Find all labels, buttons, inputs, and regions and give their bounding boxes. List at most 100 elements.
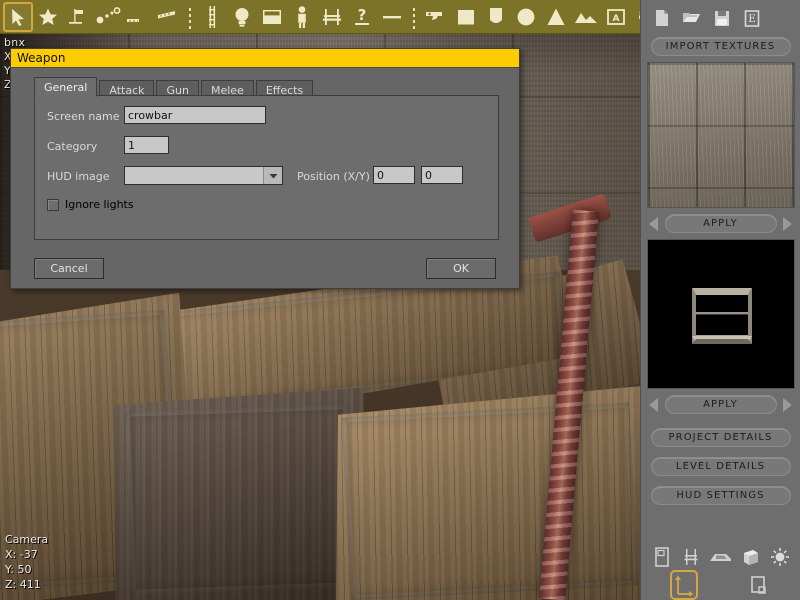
- checkbox-box-icon[interactable]: [47, 198, 59, 211]
- tool-ramp[interactable]: [123, 2, 153, 32]
- tool-bar[interactable]: [377, 2, 407, 32]
- ignore-lights-label: Ignore lights: [65, 198, 134, 211]
- tool-sphere[interactable]: [511, 2, 541, 32]
- gizmo-icons: [641, 570, 800, 600]
- vehicle-icon[interactable]: [709, 544, 733, 570]
- texture-nav: APPLY: [641, 214, 800, 233]
- character-icon: [298, 5, 306, 28]
- crate-icon[interactable]: [739, 544, 763, 570]
- svg-text:A: A: [613, 14, 620, 24]
- cursor-arrow-icon: [12, 8, 24, 26]
- tool-cone[interactable]: [541, 2, 571, 32]
- save-disk-icon[interactable]: [711, 7, 733, 29]
- camera-label: Camera: [5, 533, 49, 546]
- new-file-icon[interactable]: [651, 7, 673, 29]
- hud-panel-icon[interactable]: [746, 572, 770, 598]
- tool-cursor-arrow[interactable]: [3, 1, 33, 32]
- sun-light-icon[interactable]: [768, 544, 792, 570]
- file-toolbar: E: [641, 0, 800, 33]
- hud-image-label: HUD image: [47, 170, 110, 183]
- category-label: Category: [47, 140, 98, 153]
- tool-ramp-2[interactable]: [153, 2, 183, 32]
- camera-x: X: -37: [5, 548, 38, 561]
- model-apply-button[interactable]: APPLY: [664, 395, 777, 414]
- next-model-arrow-icon[interactable]: [780, 396, 794, 414]
- tool-chair[interactable]: [317, 2, 347, 32]
- hud-image-select[interactable]: [124, 166, 283, 185]
- toolbar-separator: [186, 4, 194, 29]
- cancel-button[interactable]: Cancel: [34, 258, 104, 279]
- chair-icon[interactable]: [679, 544, 703, 570]
- ramp-icon: [127, 18, 139, 22]
- cone-icon: [547, 8, 565, 25]
- ladder-icon: [209, 5, 216, 28]
- dash-icon: [383, 15, 401, 18]
- tool-help[interactable]: ?: [347, 2, 377, 32]
- star-icon: [39, 8, 57, 25]
- import-textures-button[interactable]: IMPORT TEXTURES: [650, 37, 791, 56]
- level-details-button[interactable]: LEVEL DETAILS: [650, 457, 791, 476]
- ignore-lights-checkbox[interactable]: Ignore lights: [47, 198, 134, 211]
- question-mark-icon: ?: [355, 6, 369, 25]
- texture-preview[interactable]: [646, 62, 795, 208]
- dialog-body: General Attack Gun Melee Effects Screen …: [11, 68, 519, 290]
- position-x-input[interactable]: 0: [373, 166, 415, 184]
- tool-terrain[interactable]: [571, 2, 601, 32]
- axis-gizmo-icon[interactable]: [670, 570, 698, 600]
- editor-window: bnx X Y Z Camera X: -37 Y: 50 Z: 411 ? A…: [0, 0, 800, 600]
- door-icon[interactable]: [650, 544, 674, 570]
- light-bulb-icon: [235, 7, 249, 27]
- tool-ladder[interactable]: [197, 2, 227, 32]
- shield-icon: [490, 7, 502, 23]
- dialog-tabs: General Attack Gun Melee Effects: [22, 76, 509, 97]
- camera-z: Z: 411: [5, 578, 41, 591]
- tool-path-node[interactable]: [93, 2, 123, 32]
- model-preview[interactable]: [646, 239, 795, 389]
- tool-character[interactable]: [287, 2, 317, 32]
- position-y-input[interactable]: 0: [421, 166, 463, 184]
- camera-y: Y: 50: [5, 563, 32, 576]
- chevron-down-icon[interactable]: [263, 167, 282, 184]
- tool-ammo-box[interactable]: A: [601, 2, 631, 32]
- ok-button[interactable]: OK: [426, 258, 496, 279]
- position-label: Position (X/Y): [297, 170, 370, 183]
- toolbar-separator: [410, 4, 418, 29]
- crate-model[interactable]: [325, 386, 640, 600]
- tool-pistol[interactable]: [421, 2, 451, 32]
- project-details-button[interactable]: PROJECT DETAILS: [650, 428, 791, 447]
- hud-settings-button[interactable]: HUD SETTINGS: [650, 486, 791, 505]
- texture-apply-button[interactable]: APPLY: [664, 214, 777, 233]
- path-node-icon: [96, 6, 121, 23]
- tab-general[interactable]: General: [34, 77, 98, 97]
- flag-icon: [69, 8, 83, 24]
- shelf-wireframe-icon: [691, 288, 752, 344]
- main-toolbar: ? A: [0, 0, 652, 34]
- prev-texture-arrow-icon[interactable]: [647, 215, 661, 233]
- export-icon[interactable]: E: [741, 7, 763, 29]
- dialog-title: Weapon: [11, 49, 519, 68]
- weapon-dialog: Weapon General Attack Gun Melee Effects …: [10, 48, 520, 289]
- hud-image-value: [125, 167, 263, 184]
- chair-icon: [323, 8, 341, 25]
- tool-flag[interactable]: [63, 2, 93, 32]
- tool-screen[interactable]: [257, 2, 287, 32]
- next-texture-arrow-icon[interactable]: [780, 215, 794, 233]
- screen-name-label: Screen name: [47, 110, 120, 123]
- open-folder-icon[interactable]: [681, 7, 703, 29]
- tab-panel-general: Screen name crowbar Category 1 HUD image…: [34, 95, 499, 240]
- tool-light-bulb[interactable]: [227, 2, 257, 32]
- ammo-box-icon: A: [607, 8, 625, 25]
- screen-icon: [263, 9, 281, 24]
- screen-name-input[interactable]: crowbar: [124, 106, 266, 124]
- tool-square[interactable]: [451, 2, 481, 32]
- tool-shield[interactable]: [481, 2, 511, 32]
- prev-model-arrow-icon[interactable]: [647, 396, 661, 414]
- right-panel: E IMPORT TEXTURES APPLY APPLY PROJECT DE…: [640, 0, 800, 600]
- crate-model[interactable]: [108, 388, 370, 600]
- svg-text:?: ?: [358, 6, 367, 24]
- model-nav: APPLY: [641, 395, 800, 414]
- category-input[interactable]: 1: [124, 136, 169, 154]
- tool-star[interactable]: [33, 2, 63, 32]
- square-icon: [458, 9, 474, 24]
- circle-icon: [517, 8, 535, 25]
